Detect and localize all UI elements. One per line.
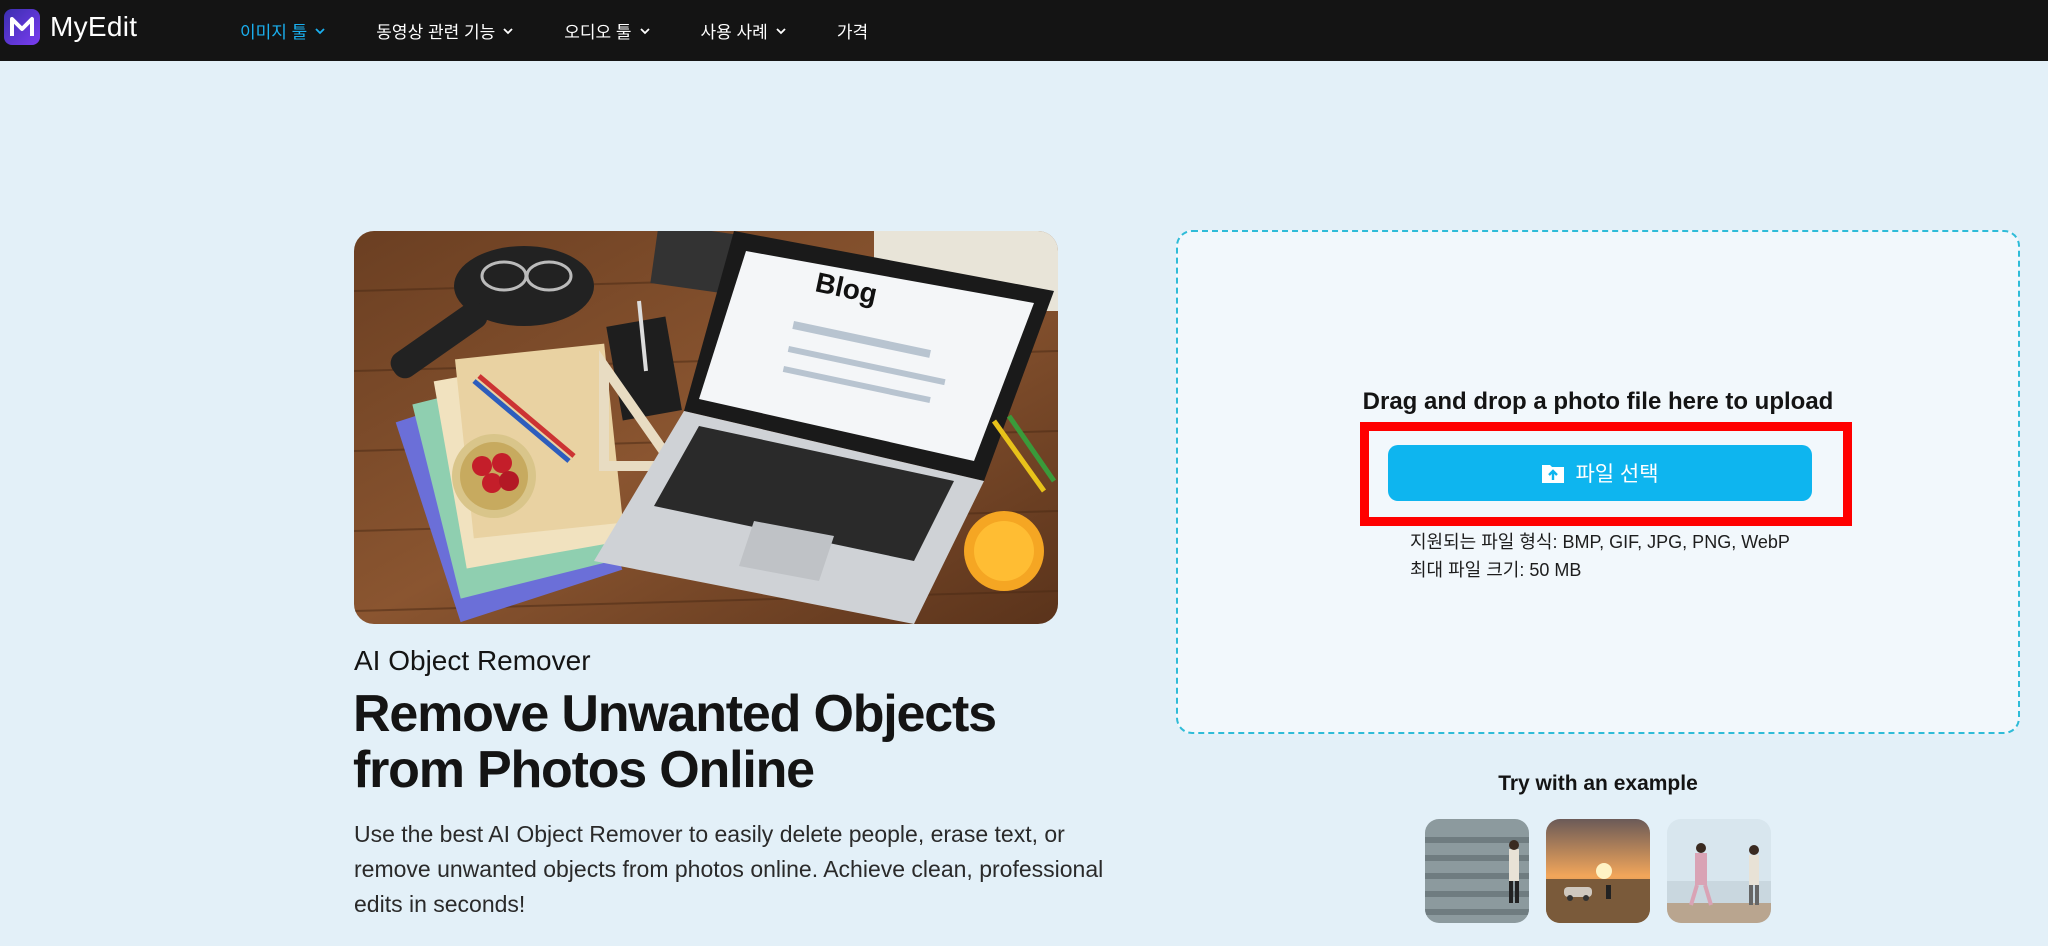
upload-drop-zone[interactable]: Drag and drop a photo file here to uploa… (1176, 230, 2020, 734)
nav-item-label: 가격 (836, 23, 869, 42)
example-thumbnail-stairs[interactable] (1425, 819, 1529, 923)
nav-item-pricing[interactable]: 가격 (837, 18, 868, 43)
nav-item-label: 오디오 툴 (564, 23, 632, 42)
myedit-logo-icon (4, 9, 40, 45)
hero-image: Blog (354, 231, 1058, 624)
example-thumbnail-seaside-walk[interactable] (1667, 819, 1771, 923)
examples-title: Try with an example (1498, 772, 1698, 795)
page-description: Use the best AI Object Remover to easily… (354, 821, 1104, 917)
brand-name: MyEdit (50, 11, 138, 42)
drop-zone-instructions: Drag and drop a photo file here to uploa… (1362, 388, 1834, 415)
nav-item-video-tools[interactable]: 동영상 관련 기능 (376, 18, 514, 43)
nav-item-image-tools[interactable]: 이미지 툴 (240, 18, 326, 43)
max-file-size-text: 최대 파일 크기: 50 MB (1410, 560, 1582, 580)
page-title: Remove Unwanted Objects from Photos Onli… (353, 685, 997, 799)
top-nav-bar: MyEdit 이미지 툴 동영상 관련 기능 오디오 툴 사용 사례 가격 (0, 0, 2048, 61)
nav-item-label: 동영상 관련 기능 (376, 23, 496, 42)
nav-item-use-cases[interactable]: 사용 사례 (701, 18, 787, 43)
main-nav: 이미지 툴 동영상 관련 기능 오디오 툴 사용 사례 가격 (240, 0, 918, 61)
nav-item-audio-tools[interactable]: 오디오 툴 (564, 18, 650, 43)
brand-logo[interactable]: MyEdit (4, 9, 137, 45)
example-thumbnail-beach-car[interactable] (1546, 819, 1650, 923)
chevron-down-icon (315, 27, 325, 34)
nav-item-label: 사용 사례 (700, 23, 768, 42)
supported-formats-text: 지원되는 파일 형식: BMP, GIF, JPG, PNG, WebP (1410, 532, 1790, 552)
chevron-down-icon (503, 27, 513, 34)
choose-file-label: 파일 선택 (1575, 463, 1659, 486)
chevron-down-icon (776, 27, 786, 34)
folder-upload-icon (1542, 465, 1565, 483)
nav-item-label: 이미지 툴 (240, 23, 308, 42)
choose-file-button[interactable]: 파일 선택 (1388, 445, 1812, 501)
tool-subtitle: AI Object Remover (354, 645, 591, 676)
chevron-down-icon (639, 27, 650, 34)
